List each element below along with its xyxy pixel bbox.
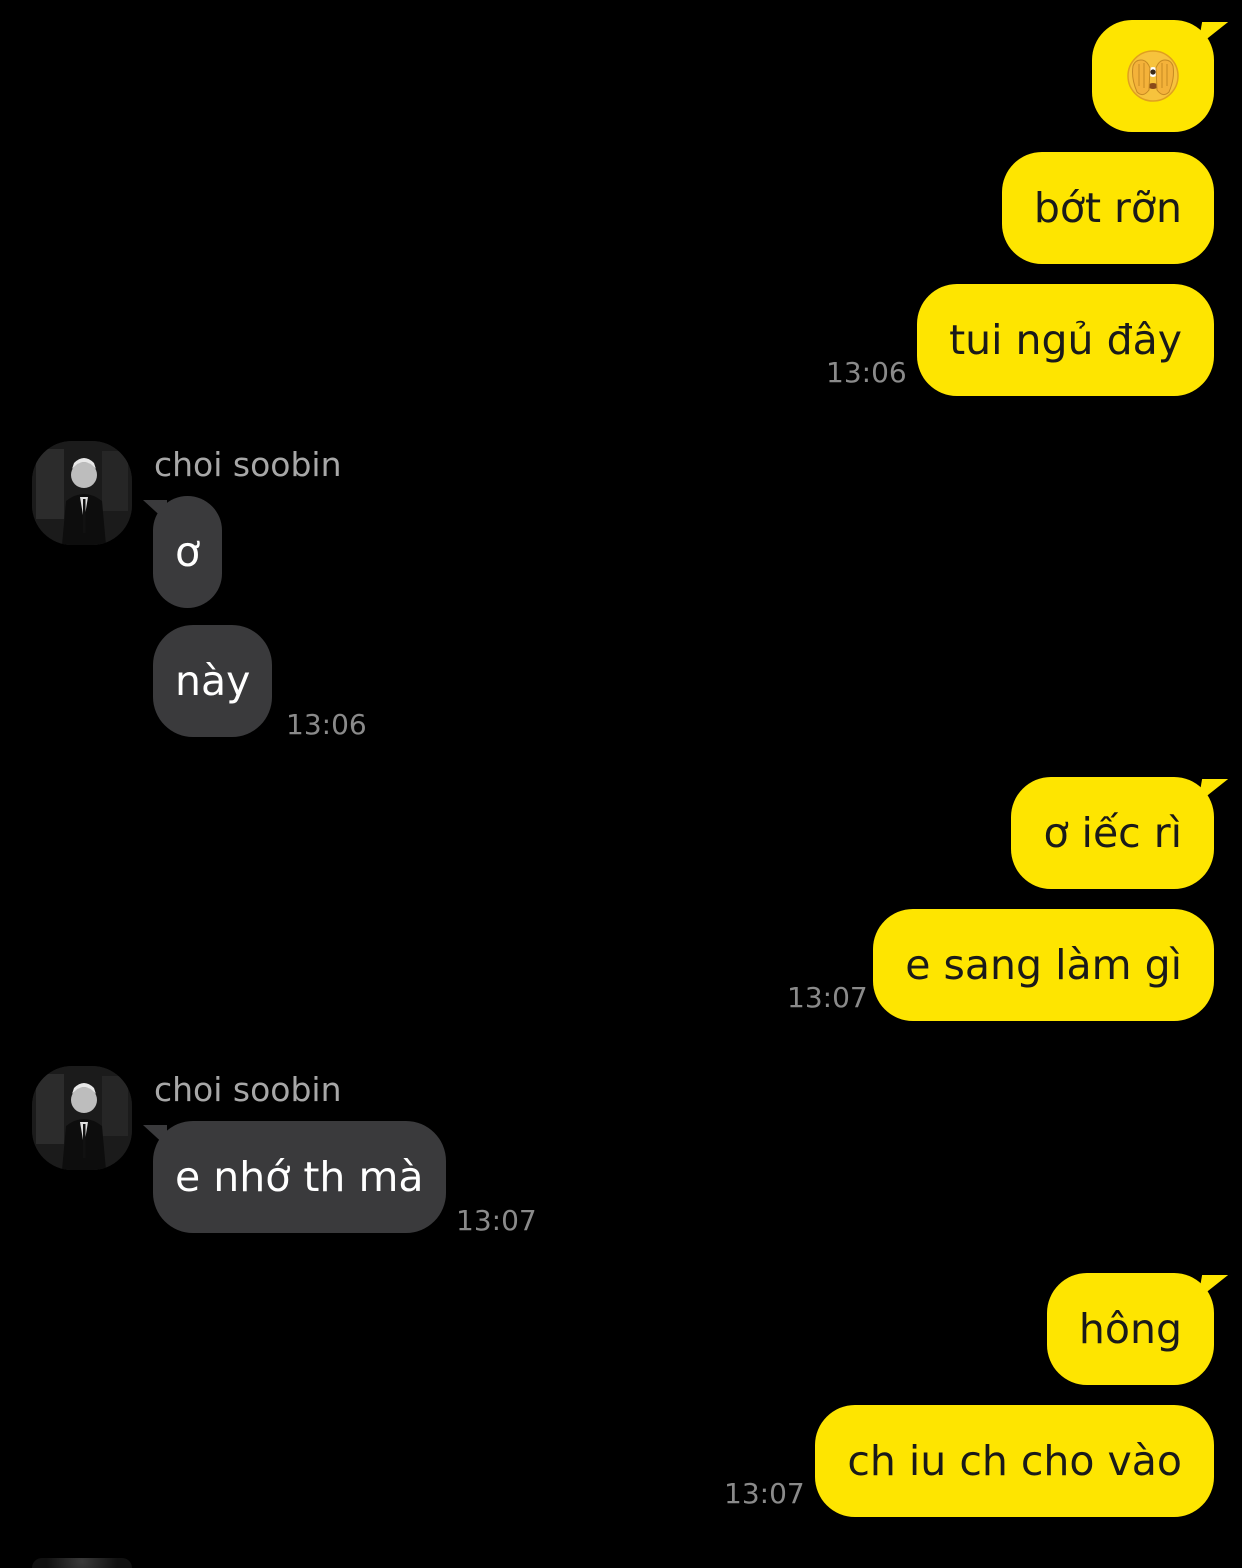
incoming-message-bubble[interactable]: e nhớ th mà bbox=[143, 1121, 446, 1233]
message-text: hông bbox=[1078, 1305, 1182, 1353]
chat-message-list[interactable]: bớt rỡn tui ngủ đây 13:06 choi soobin ơ … bbox=[0, 0, 1242, 1568]
contact-avatar[interactable] bbox=[32, 1066, 132, 1170]
message-text: e nhớ th mà bbox=[175, 1153, 424, 1201]
outgoing-message-bubble[interactable] bbox=[1092, 20, 1214, 132]
outgoing-message-bubble[interactable]: bớt rỡn bbox=[1001, 152, 1214, 264]
message-timestamp: 13:06 bbox=[826, 356, 907, 389]
incoming-message-bubble[interactable]: ơ bbox=[142, 496, 223, 608]
message-text: ơ iếc rì bbox=[1043, 809, 1182, 857]
sender-name: choi soobin bbox=[154, 445, 342, 484]
contact-avatar[interactable] bbox=[32, 1558, 132, 1568]
sender-name: choi soobin bbox=[154, 1070, 342, 1109]
message-timestamp: 13:07 bbox=[724, 1477, 805, 1510]
message-timestamp: 13:07 bbox=[787, 981, 868, 1014]
peeking-face-emoji-icon bbox=[1125, 48, 1181, 104]
message-text: ơ bbox=[175, 528, 201, 576]
message-text: này bbox=[175, 657, 251, 705]
outgoing-message-bubble[interactable]: hông bbox=[1046, 1273, 1214, 1385]
message-text: e sang làm gì bbox=[905, 941, 1182, 989]
message-timestamp: 13:06 bbox=[286, 708, 367, 741]
message-timestamp: 13:07 bbox=[456, 1204, 537, 1237]
incoming-message-bubble[interactable]: này bbox=[153, 625, 273, 737]
message-text: tui ngủ đây bbox=[949, 316, 1182, 364]
outgoing-message-bubble[interactable]: tui ngủ đây bbox=[917, 284, 1214, 396]
outgoing-message-bubble[interactable]: ơ iếc rì bbox=[1011, 777, 1214, 889]
outgoing-message-bubble[interactable]: ch iu ch cho vào bbox=[815, 1405, 1214, 1517]
outgoing-message-bubble[interactable]: e sang làm gì bbox=[873, 909, 1214, 1021]
message-text: bớt rỡn bbox=[1033, 184, 1182, 232]
contact-avatar[interactable] bbox=[32, 441, 132, 545]
message-text: ch iu ch cho vào bbox=[847, 1437, 1182, 1485]
